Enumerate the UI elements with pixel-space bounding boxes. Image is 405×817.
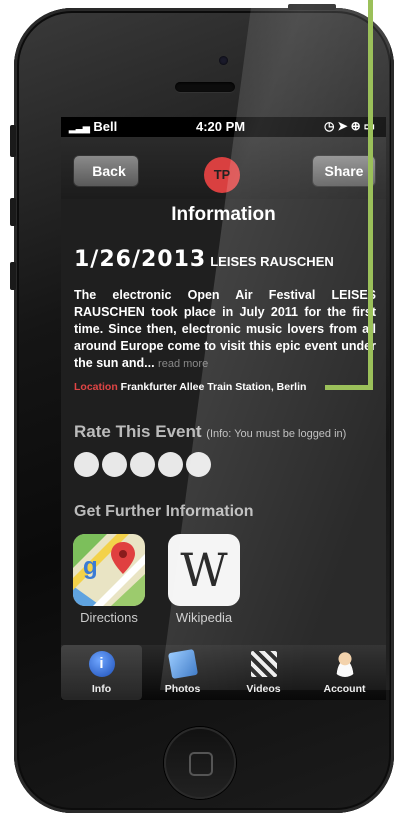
back-button[interactable]: Back <box>73 155 139 187</box>
photos-icon <box>167 648 198 680</box>
tab-videos[interactable]: Videos <box>223 645 304 700</box>
wikipedia-app[interactable]: W Wikipedia <box>168 534 240 625</box>
home-square-icon <box>189 752 213 776</box>
earpiece-speaker <box>175 82 235 92</box>
rating-bubbles <box>74 452 214 482</box>
directions-label: Directions <box>80 610 138 625</box>
svg-text:g: g <box>83 553 98 580</box>
event-name: LEISES RAUSCHEN <box>210 254 334 269</box>
mute-switch <box>10 125 16 157</box>
location-value[interactable]: Frankfurter Allee Train Station, Berlin <box>121 381 307 393</box>
home-button[interactable] <box>164 727 236 799</box>
tab-account[interactable]: Account <box>304 645 385 700</box>
tab-bar: i Info Photos Videos Account <box>61 645 386 700</box>
wikipedia-icon: W <box>168 534 240 606</box>
rating-bubble-2[interactable] <box>102 452 127 477</box>
location-label: Location <box>74 381 118 393</box>
read-more-link[interactable]: read more <box>158 358 208 370</box>
rating-bubble-4[interactable] <box>158 452 183 477</box>
page-title: Information <box>171 204 276 225</box>
location-arrow-icon: ➤ <box>337 119 351 133</box>
maps-icon: g <box>73 534 145 606</box>
front-camera <box>219 56 228 65</box>
navigation-bar: Back TP Share <box>61 137 386 199</box>
directions-app[interactable]: g Directions <box>73 534 145 625</box>
clapperboard-icon <box>250 651 277 677</box>
rate-login-info: (Info: You must be logged in) <box>206 428 347 440</box>
event-date: 1/26/2013 <box>74 247 207 272</box>
app-logo: TP <box>204 157 240 193</box>
volume-up-button <box>10 198 16 226</box>
rating-bubble-1[interactable] <box>74 452 99 477</box>
app-screen: ▂▃▅ Bell 4:20 PM ◷➤⊕▭ Back TP Share Info… <box>61 117 386 700</box>
status-time: 4:20 PM <box>196 119 246 134</box>
tab-info[interactable]: i Info <box>61 645 142 700</box>
tab-photos[interactable]: Photos <box>142 645 223 700</box>
volume-down-button <box>10 262 16 290</box>
callout-line-vertical <box>368 0 373 390</box>
further-info-title: Get Further Information <box>74 503 254 520</box>
rating-bubble-5[interactable] <box>186 452 211 477</box>
clock-icon: ◷ <box>324 119 338 133</box>
power-button <box>288 4 336 10</box>
signal-icon: ▂▃▅ <box>69 123 90 133</box>
status-bar: ▂▃▅ Bell 4:20 PM ◷➤⊕▭ <box>61 117 386 137</box>
person-icon <box>331 651 358 677</box>
rate-section-title: Rate This Event (Info: You must be logge… <box>74 422 347 441</box>
event-location: Location Frankfurter Allee Train Station… <box>74 381 306 393</box>
carrier-label: ▂▃▅ Bell <box>69 119 118 134</box>
event-header: 1/26/2013 LEISES RAUSCHEN <box>74 247 334 272</box>
event-description: The electronic Open Air Festival LEISES … <box>74 288 376 370</box>
rating-bubble-3[interactable] <box>130 452 155 477</box>
share-button[interactable]: Share <box>312 155 376 187</box>
info-icon: i <box>88 651 115 677</box>
wikipedia-label: Wikipedia <box>175 610 233 625</box>
callout-line-horizontal <box>325 385 373 390</box>
lock-rotation-icon: ⊕ <box>350 119 364 133</box>
